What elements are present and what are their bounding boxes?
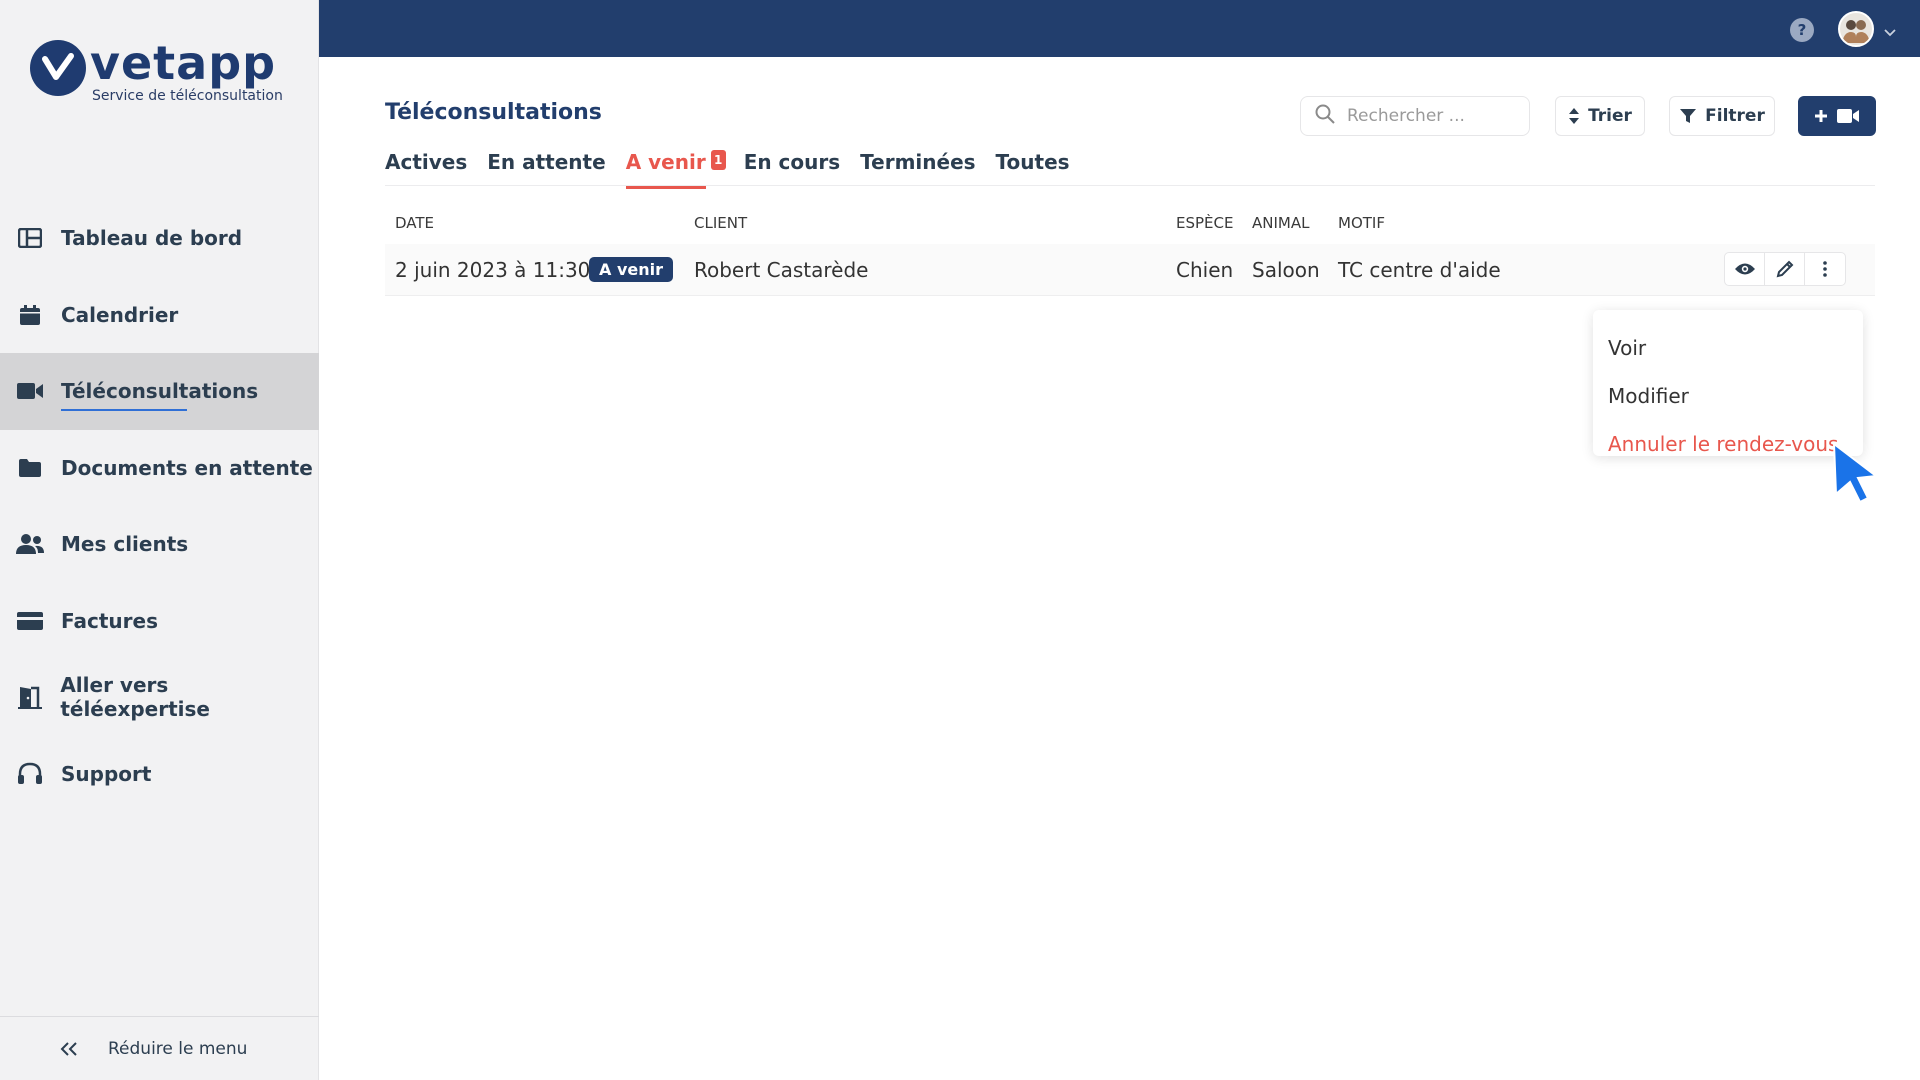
sidebar-item-tableau-de-bord[interactable]: Tableau de bord [0,200,319,277]
search-input[interactable] [1347,106,1517,126]
tab-label: A venir [625,150,706,174]
headset-icon [15,762,45,786]
sidebar-nav: Tableau de bord Calendrier Téléconsultat… [0,200,319,812]
sort-label: Trier [1588,106,1632,126]
sort-button[interactable]: Trier [1555,96,1645,136]
tab-a-venir[interactable]: A venir 1 [625,150,726,189]
status-badge: A venir [589,257,673,282]
add-teleconsultation-button[interactable] [1798,96,1876,136]
vertical-dots-icon [1822,260,1828,278]
menu-item-annuler-rendez-vous[interactable]: Annuler le rendez-vous [1593,420,1863,468]
credit-card-icon [15,609,45,633]
sidebar-item-label: Tableau de bord [61,226,243,251]
sidebar-item-label: Calendrier [61,302,179,327]
column-header-animal[interactable]: ANIMAL [1252,214,1309,232]
row-context-menu: Voir Modifier Annuler le rendez-vous [1593,310,1863,456]
row-client: Robert Castarède [694,258,869,282]
vetapp-logo[interactable]: vetapp Service de téléconsultation [30,40,283,104]
brand-tagline: Service de téléconsultation [92,88,283,104]
menu-item-voir[interactable]: Voir [1593,324,1863,372]
sidebar-item-label: Mes clients [61,532,189,557]
column-header-date[interactable]: DATE [395,214,434,232]
sidebar-item-label: Aller vers téléexpertise [60,673,210,722]
door-exit-icon [15,685,44,710]
top-bar: ? [319,0,1920,57]
sidebar-item-label: Téléconsultations [61,379,259,412]
menu-item-modifier[interactable]: Modifier [1593,372,1863,420]
plus-icon [1814,109,1828,123]
sidebar-item-calendrier[interactable]: Calendrier [0,277,319,354]
filter-button[interactable]: Filtrer [1669,96,1775,136]
tab-en-cours[interactable]: En cours [744,150,840,189]
edit-button[interactable] [1765,253,1805,285]
video-camera-icon [1836,107,1860,125]
filter-icon [1679,107,1697,125]
tabs-divider [385,185,1875,186]
eye-icon [1734,262,1756,276]
sidebar-item-factures[interactable]: Factures [0,583,319,660]
sidebar: vetapp Service de téléconsultation Table… [0,0,319,1080]
sidebar-item-label: Support [61,761,152,786]
row-motif: TC centre d'aide [1338,258,1501,282]
double-chevron-left-icon [58,1041,80,1057]
dashboard-icon [15,226,45,250]
tab-toutes[interactable]: Toutes [996,150,1070,189]
tab-count-badge: 1 [710,150,726,170]
collapse-menu-label: Réduire le menu [108,1038,248,1059]
collapse-menu-button[interactable]: Réduire le menu [0,1016,319,1080]
sidebar-item-mes-clients[interactable]: Mes clients [0,506,319,583]
question-icon[interactable]: ? [1790,18,1814,42]
video-camera-icon [15,379,45,403]
calendar-icon [15,303,45,327]
column-header-espece[interactable]: ESPÈCE [1176,214,1233,232]
view-button[interactable] [1725,253,1765,285]
tab-terminees[interactable]: Terminées [860,150,975,189]
column-header-motif[interactable]: MOTIF [1338,214,1385,232]
filter-label: Filtrer [1705,106,1765,126]
search-icon [1315,104,1335,128]
more-options-button[interactable] [1805,253,1845,285]
tab-en-attente[interactable]: En attente [487,150,605,189]
sidebar-item-support[interactable]: Support [0,736,319,813]
folder-icon [15,456,45,480]
sidebar-item-documents-en-attente[interactable]: Documents en attente [0,430,319,507]
row-animal: Saloon [1252,258,1320,282]
chevron-down-icon[interactable] [1884,22,1896,41]
row-espece: Chien [1176,258,1234,282]
page-title: Téléconsultations [385,100,602,125]
sidebar-item-label: Documents en attente [61,455,313,480]
status-tabs: Actives En attente A venir 1 En cours Te… [385,150,1090,189]
sidebar-item-teleconsultations[interactable]: Téléconsultations [0,353,319,430]
column-header-client[interactable]: CLIENT [694,214,747,232]
sort-icon [1568,107,1580,125]
sidebar-item-teleexpertise[interactable]: Aller vers téléexpertise [0,659,319,736]
users-icon [15,532,45,556]
brand-name: vetapp [90,36,277,90]
vetapp-logo-icon [30,40,86,96]
sidebar-item-label: Factures [61,608,158,633]
tab-actives[interactable]: Actives [385,150,467,189]
row-actions [1724,252,1846,286]
user-avatar-icon[interactable] [1838,11,1874,47]
mouse-cursor-icon [1830,440,1882,508]
search-box[interactable] [1300,96,1530,136]
row-date: 2 juin 2023 à 11:30 [395,258,591,282]
pencil-icon [1776,260,1794,278]
